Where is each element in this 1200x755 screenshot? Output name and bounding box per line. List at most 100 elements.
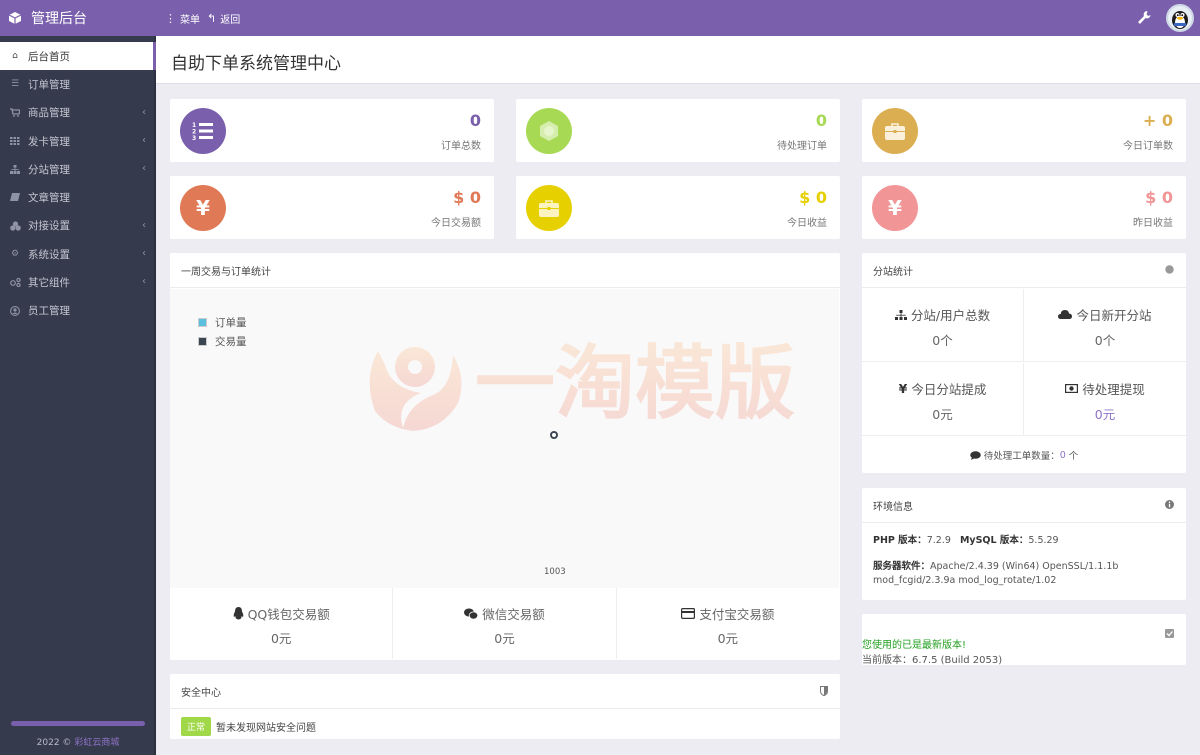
stat-card-yesterday-profit: ¥ $ 0 昨日收益 [862, 176, 1186, 239]
svg-text:3: 3 [192, 135, 196, 141]
wechat-icon [464, 608, 479, 620]
panel-header: 环境信息 [862, 488, 1186, 523]
substation-total: 分站/用户总数 0个 [862, 289, 1024, 362]
substation-new-today: 今日新开分站 0个 [1024, 289, 1186, 362]
back-button[interactable]: ↰ 返回 [207, 0, 240, 36]
sidebar-item-label: 对接设置 [28, 220, 70, 233]
sidebar-item-system[interactable]: ⚙ 系统设置 ‹ [0, 240, 156, 268]
sitemap-icon [9, 164, 21, 174]
stat-label: 今日收益 [787, 218, 827, 229]
watermark-text: 一淘模版 [475, 337, 795, 430]
legend-label: 订单量 [215, 317, 247, 329]
panel-header: 安全中心 [170, 674, 840, 709]
stat-value: 0 [815, 111, 827, 130]
sidebar-item-label: 分站管理 [28, 163, 70, 176]
hexagon-icon [526, 108, 572, 154]
latest-version-message: 您使用的已是最新版本! [862, 640, 967, 651]
cell-value: 0个 [932, 333, 953, 348]
security-panel: 安全中心 正常 暂未发现网站安全问题 [170, 674, 840, 739]
stat-value: $ 0 [1145, 188, 1173, 207]
share-nodes-icon [9, 278, 21, 288]
stat-label: 今日订单数 [1123, 141, 1173, 152]
sidebar-item-label: 商品管理 [28, 107, 70, 120]
status-dot-icon[interactable] [1165, 265, 1174, 277]
env-details: PHP 版本：7.2.9 MySQL 版本：5.5.29 服务器软件：Apach… [873, 534, 1133, 588]
home-icon: ⌂ [12, 51, 18, 62]
yen-icon: ¥ [872, 185, 918, 231]
chevron-left-icon: ‹ [142, 163, 146, 175]
legend-item-orders[interactable]: 订单量 [198, 315, 247, 330]
chart-point[interactable] [550, 431, 558, 439]
avatar[interactable] [1166, 4, 1194, 32]
sidebar-item-label: 后台首页 [28, 50, 70, 63]
current-version: 当前版本：6.7.5 (Build 2053) [862, 651, 1002, 666]
stat-card-today-turnover: ¥ $ 0 今日交易额 [170, 176, 494, 239]
ticket-label: 待处理工单数量： [983, 451, 1060, 462]
weekly-stats-panel: 一周交易与订单统计 订单量 交易量 一淘模版 1003 QQ钱包交易额 0元 微… [170, 253, 840, 660]
mysql-label: MySQL 版本： [959, 535, 1029, 546]
cell-value: 0个 [1094, 333, 1116, 348]
server-software: 服务器软件：Apache/2.4.39 (Win64) OpenSSL/1.1.… [873, 560, 1133, 588]
sidebar-item-label: 其它组件 [28, 277, 70, 290]
menu-button[interactable]: ⋮ 菜单 [165, 0, 200, 36]
payment-alipay: 支付宝交易额 0元 [617, 588, 839, 659]
comment-icon [969, 450, 981, 460]
stat-label: 订单总数 [441, 141, 481, 152]
payment-label: QQ钱包交易额 [247, 607, 330, 622]
sidebar-item-label: 订单管理 [28, 78, 70, 91]
sidebar-item-staff[interactable]: 员工管理 [0, 297, 156, 325]
payment-value: 0元 [717, 631, 739, 646]
payment-value: 0元 [270, 631, 292, 646]
sidebar-item-products[interactable]: 商品管理 ‹ [0, 99, 156, 127]
reply-icon: ↰ [207, 11, 217, 25]
panel-title: 分站统计 [873, 266, 913, 278]
chevron-left-icon: ‹ [142, 219, 146, 231]
security-message: 暂未发现网站安全问题 [216, 723, 317, 734]
cell-label: 今日分站提成 [911, 382, 987, 397]
page-title: 自助下单系统管理中心 [171, 54, 341, 74]
sidebar-item-home[interactable]: ⌂ 后台首页 [0, 42, 156, 71]
stat-value: + 0 [1142, 111, 1173, 130]
sidebar-item-label: 文章管理 [28, 192, 70, 205]
sidebar-item-label: 员工管理 [28, 305, 70, 318]
chevron-left-icon: ‹ [142, 106, 146, 118]
sidebar: ⌂ 后台首页 ☰ 订单管理 商品管理 ‹ 发卡管理 ‹ 分站管理 ‹ 文章管理 … [0, 36, 156, 755]
pending-tickets[interactable]: 待处理工单数量： 0 个 [862, 437, 1186, 473]
chevron-left-icon: ‹ [142, 134, 146, 146]
current-version-value: 6.7.5 (Build 2053) [912, 655, 1003, 666]
weekly-chart: 订单量 交易量 一淘模版 1003 [170, 289, 839, 588]
sidebar-item-substations[interactable]: 分站管理 ‹ [0, 155, 156, 183]
cell-label: 分站/用户总数 [910, 308, 991, 323]
stat-card-pending-orders: 0 待处理订单 [516, 99, 840, 162]
checkbox-icon[interactable] [1165, 627, 1174, 641]
footer-year: 2022 © [36, 738, 72, 748]
shield-icon [820, 686, 828, 699]
cell-value: 0元 [932, 407, 953, 422]
current-version-label: 当前版本： [862, 655, 912, 666]
legend-item-volume[interactable]: 交易量 [198, 334, 247, 349]
cloud-icon [1058, 310, 1073, 319]
brand[interactable]: 管理后台 [0, 0, 156, 36]
briefcase-icon [526, 185, 572, 231]
footer-link[interactable]: 彩虹云商城 [74, 738, 119, 748]
back-label: 返回 [220, 14, 241, 26]
ticket-count: 0 [1059, 449, 1066, 461]
stat-card-today-profit: $ 0 今日收益 [516, 176, 840, 239]
sidebar-item-articles[interactable]: 文章管理 [0, 183, 156, 211]
server-label: 服务器软件： [873, 561, 931, 572]
sitemap-icon [894, 309, 907, 320]
cell-label: 今日新开分站 [1076, 308, 1152, 323]
payment-qq: QQ钱包交易额 0元 [170, 588, 394, 659]
sidebar-item-cards[interactable]: 发卡管理 ‹ [0, 127, 156, 155]
brand-title: 管理后台 [31, 11, 87, 27]
sidebar-item-orders[interactable]: ☰ 订单管理 [0, 70, 156, 98]
briefcase-icon [872, 108, 918, 154]
php-label: PHP 版本： [873, 535, 927, 546]
user-circle-icon [9, 305, 21, 316]
sidebar-item-components[interactable]: 其它组件 ‹ [0, 268, 156, 296]
wrench-icon[interactable] [1137, 10, 1151, 26]
yen-icon: ¥ [180, 185, 226, 231]
stat-label: 昨日收益 [1133, 218, 1173, 229]
sidebar-item-integration[interactable]: 对接设置 ‹ [0, 212, 156, 240]
cube-icon [8, 11, 22, 25]
